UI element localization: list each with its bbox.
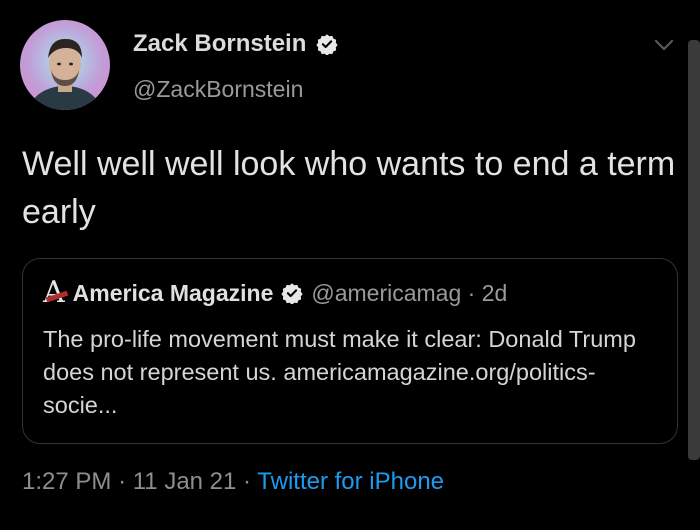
separator: · [243, 468, 252, 495]
author-name[interactable]: Zack Bornstein [133, 30, 306, 58]
quoted-author-name[interactable]: America Magazine [73, 280, 274, 307]
author-name-row: Zack Bornstein [133, 30, 339, 58]
quoted-age: 2d [481, 279, 508, 306]
tweet-card: Zack Bornstein @ZackBornstein Well well … [0, 0, 700, 530]
separator: · [118, 468, 127, 495]
profile-photo-icon [29, 38, 101, 110]
verified-badge-icon [316, 34, 339, 55]
tweet-meta: 1:27 PM · 11 Jan 21 · Twitter for iPhone [22, 468, 444, 496]
quoted-author-handle[interactable]: @americamag · 2d [311, 280, 507, 307]
tweet-source-link[interactable]: Twitter for iPhone [257, 468, 444, 495]
tweet-time[interactable]: 1:27 PM [22, 468, 111, 495]
quoted-tweet[interactable]: A America Magazine @americamag · 2d The … [22, 258, 678, 444]
tweet-text: Well well well look who wants to end a t… [22, 145, 676, 231]
tweet-date[interactable]: 11 Jan 21 [133, 468, 237, 495]
separator: · [467, 279, 476, 306]
verified-badge-icon [281, 283, 304, 304]
quoted-tweet-header: A America Magazine @americamag · 2d [43, 278, 507, 308]
scrollbar[interactable] [688, 40, 700, 460]
america-magazine-logo: A [43, 278, 69, 308]
author-handle[interactable]: @ZackBornstein [133, 76, 303, 103]
avatar[interactable] [20, 20, 110, 110]
quoted-handle-text: @americamag [311, 279, 462, 306]
quoted-tweet-body: The pro-life movement must make it clear… [43, 323, 663, 422]
chevron-down-icon[interactable] [652, 36, 676, 54]
